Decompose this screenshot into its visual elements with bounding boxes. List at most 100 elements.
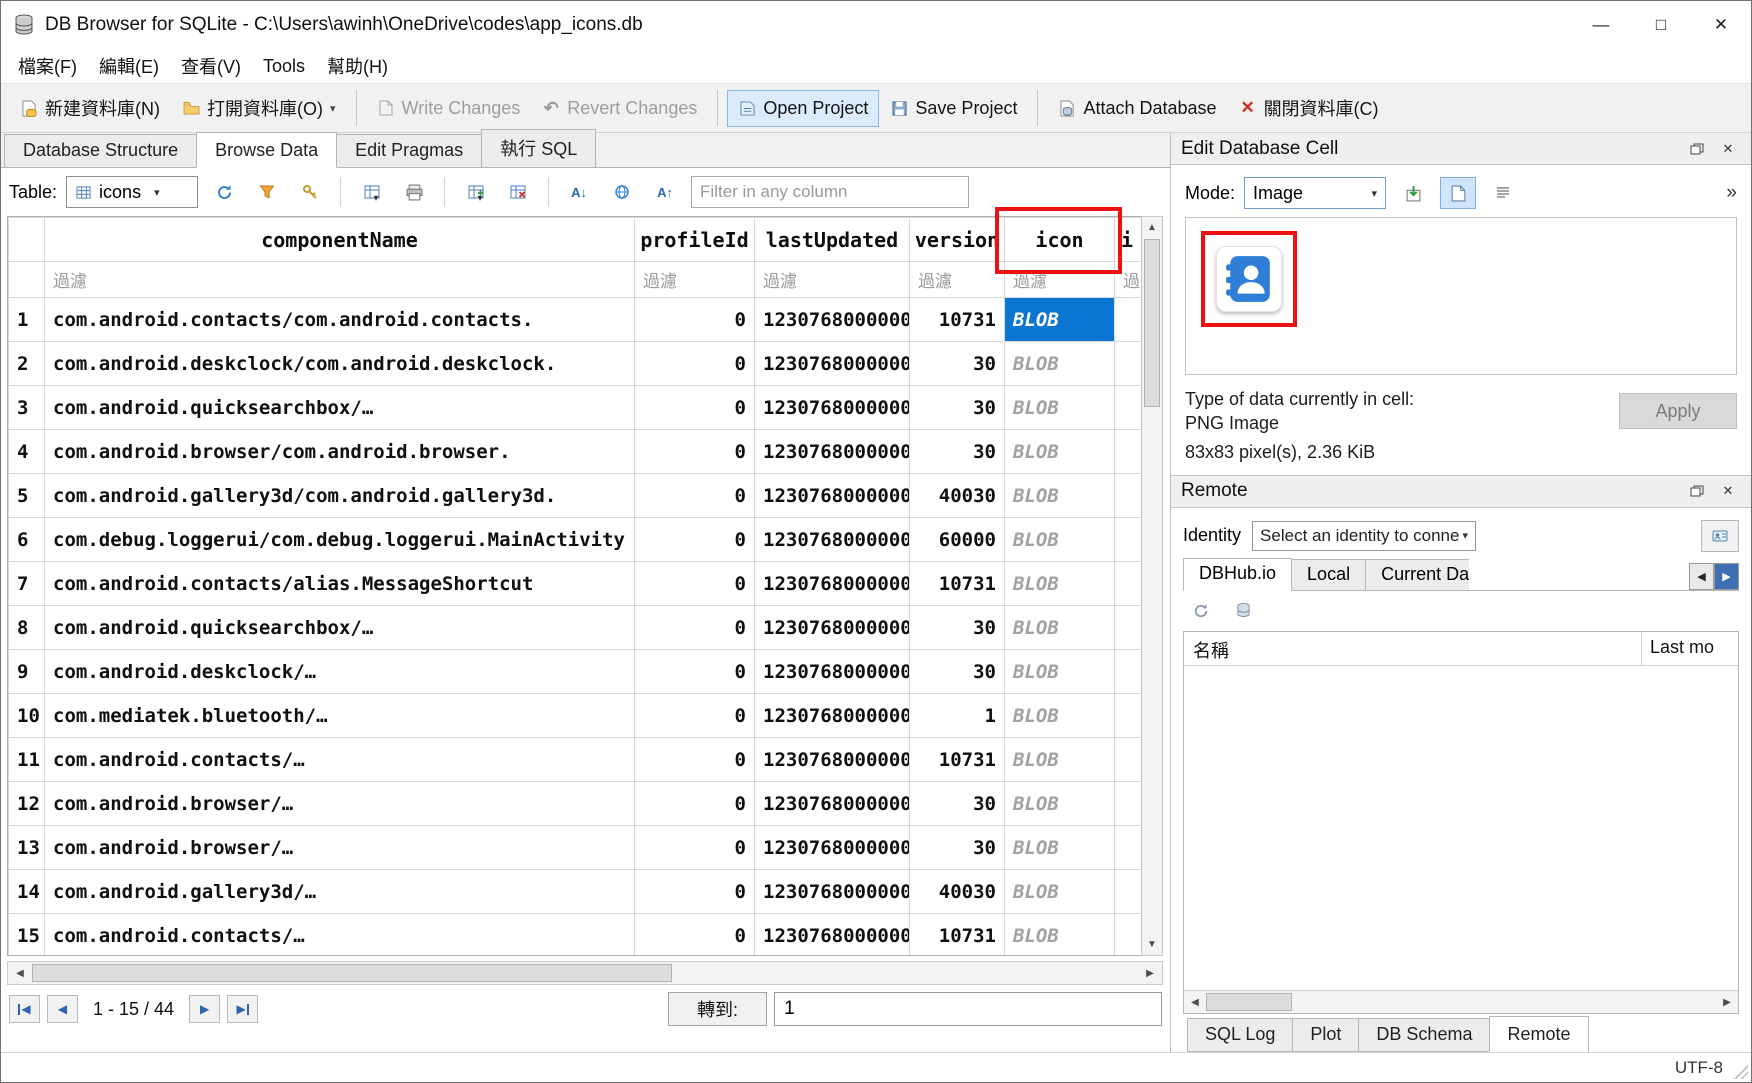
icon-blob-cell[interactable]: BLOB [1005,518,1115,562]
menu-edit[interactable]: 編輯(E) [88,49,170,83]
image-view-button[interactable] [1440,177,1476,209]
component-name-cell[interactable]: com.android.gallery3d/com.android.galler… [45,474,635,518]
last-updated-cell[interactable]: 1230768000000 [755,430,910,474]
partial-cell[interactable] [1115,474,1142,518]
column-header-icon[interactable]: icon [1005,218,1115,262]
last-updated-cell[interactable]: 1230768000000 [755,826,910,870]
print-button[interactable] [397,176,431,208]
component-name-cell[interactable]: com.android.deskclock/… [45,650,635,694]
open-db-button[interactable]: 打開資料庫(O) ▾ [171,87,347,129]
apply-button[interactable]: Apply [1619,393,1737,429]
table-row[interactable]: 7com.android.contacts/alias.MessageShort… [9,562,1142,606]
partial-cell[interactable] [1115,518,1142,562]
version-cell[interactable]: 30 [910,826,1005,870]
tab-plot[interactable]: Plot [1292,1018,1359,1052]
profile-id-cell[interactable]: 0 [635,386,755,430]
icon-blob-cell[interactable]: BLOB [1005,650,1115,694]
version-cell[interactable]: 40030 [910,870,1005,914]
icon-blob-cell[interactable]: BLOB [1005,430,1115,474]
refresh-button[interactable] [207,176,241,208]
row-number-cell[interactable]: 8 [9,606,45,650]
tab-scroll-right-icon[interactable]: ▶ [1714,563,1739,590]
component-name-cell[interactable]: com.android.browser/… [45,782,635,826]
row-number-cell[interactable]: 6 [9,518,45,562]
profile-id-cell[interactable]: 0 [635,738,755,782]
horizontal-scrollbar[interactable]: ◀ ▶ [7,961,1163,985]
partial-cell[interactable] [1115,914,1142,957]
filter-any-column-input[interactable] [691,176,969,208]
profile-id-cell[interactable]: 0 [635,518,755,562]
column-header-lastUpdated[interactable]: lastUpdated [755,218,910,262]
version-cell[interactable]: 10731 [910,298,1005,342]
icon-blob-cell[interactable]: BLOB [1005,914,1115,957]
version-cell[interactable]: 30 [910,606,1005,650]
icon-blob-cell[interactable]: BLOB [1005,694,1115,738]
table-row[interactable]: 1com.android.contacts/com.android.contac… [9,298,1142,342]
filter-lastUpdated[interactable]: 過濾 [755,262,910,298]
profile-id-cell[interactable]: 0 [635,694,755,738]
component-name-cell[interactable]: com.android.quicksearchbox/… [45,606,635,650]
partial-cell[interactable] [1115,782,1142,826]
table-row[interactable]: 12com.android.browser/…0123076800000030B… [9,782,1142,826]
text-view-button[interactable] [1485,177,1521,209]
column-header-version[interactable]: version [910,218,1005,262]
tab-local[interactable]: Local [1291,559,1366,590]
remote-horizontal-scrollbar[interactable]: ◀ ▶ [1184,990,1738,1013]
first-record-button[interactable]: ◀ [9,995,40,1023]
goto-record-input[interactable] [774,992,1162,1026]
version-cell[interactable]: 10731 [910,914,1005,957]
close-panel-icon[interactable]: ✕ [1715,479,1741,503]
tab-current-database[interactable]: Current Dat [1365,559,1469,590]
table-row[interactable]: 8com.android.quicksearchbox/…01230768000… [9,606,1142,650]
row-number-cell[interactable]: 10 [9,694,45,738]
last-updated-cell[interactable]: 1230768000000 [755,870,910,914]
component-name-cell[interactable]: com.android.contacts/com.android.contact… [45,298,635,342]
table-row[interactable]: 3com.android.quicksearchbox/…01230768000… [9,386,1142,430]
profile-id-cell[interactable]: 0 [635,298,755,342]
identity-select[interactable]: Select an identity to conne ▾ [1252,521,1476,551]
table-row[interactable]: 5com.android.gallery3d/com.android.galle… [9,474,1142,518]
row-number-cell[interactable]: 11 [9,738,45,782]
table-row[interactable]: 6com.debug.loggerui/com.debug.loggerui.M… [9,518,1142,562]
filter-version[interactable]: 過濾 [910,262,1005,298]
version-cell[interactable]: 10731 [910,738,1005,782]
profile-id-cell[interactable]: 0 [635,826,755,870]
profile-id-cell[interactable]: 0 [635,342,755,386]
filter-funnel-button[interactable] [250,176,284,208]
column-header-partial[interactable]: i [1115,218,1142,262]
icon-blob-cell[interactable]: BLOB [1005,738,1115,782]
profile-id-cell[interactable]: 0 [635,606,755,650]
partial-cell[interactable] [1115,562,1142,606]
tab-edit-pragmas[interactable]: Edit Pragmas [336,134,482,167]
profile-id-cell[interactable]: 0 [635,870,755,914]
version-cell[interactable]: 10731 [910,562,1005,606]
write-changes-button[interactable]: Write Changes [366,90,532,127]
version-cell[interactable]: 40030 [910,474,1005,518]
previous-record-button[interactable]: ◀ [47,995,78,1023]
menu-view[interactable]: 查看(V) [170,49,252,83]
partial-cell[interactable] [1115,826,1142,870]
row-number-cell[interactable]: 14 [9,870,45,914]
profile-id-cell[interactable]: 0 [635,914,755,957]
component-name-cell[interactable]: com.android.quicksearchbox/… [45,386,635,430]
minimize-button[interactable]: — [1571,1,1631,49]
profile-id-cell[interactable]: 0 [635,474,755,518]
column-header-componentName[interactable]: componentName [45,218,635,262]
next-record-button[interactable]: ▶ [189,995,220,1023]
scroll-left-icon[interactable]: ◀ [8,962,32,984]
open-project-button[interactable]: Open Project [727,90,879,127]
open-db-caret-icon[interactable]: ▾ [330,102,336,115]
tab-browse-data[interactable]: Browse Data [196,132,337,168]
partial-cell[interactable] [1115,650,1142,694]
table-select[interactable]: icons ▾ [66,176,198,208]
last-record-button[interactable]: ▶ [227,995,258,1023]
scroll-left-icon[interactable]: ◀ [1184,991,1206,1013]
table-row[interactable]: 9com.android.deskclock/…0123076800000030… [9,650,1142,694]
row-number-cell[interactable]: 2 [9,342,45,386]
last-updated-cell[interactable]: 1230768000000 [755,342,910,386]
horizontal-scroll-thumb[interactable] [32,964,672,982]
icon-blob-cell[interactable]: BLOB [1005,606,1115,650]
partial-cell[interactable] [1115,606,1142,650]
table-row[interactable]: 4com.android.browser/com.android.browser… [9,430,1142,474]
remote-column-last-modified[interactable]: Last mo [1642,632,1738,665]
